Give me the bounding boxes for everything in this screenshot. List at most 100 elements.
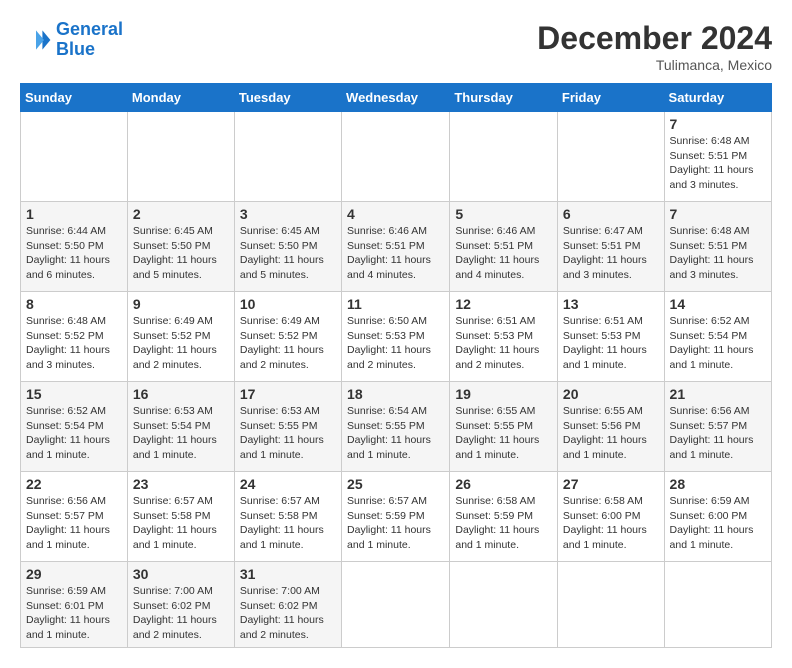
day-number: 30 <box>133 566 229 582</box>
day-info: Sunrise: 6:55 AMSunset: 5:55 PMDaylight:… <box>455 404 552 463</box>
calendar-week-2: 1 Sunrise: 6:44 AMSunset: 5:50 PMDaylight… <box>21 202 772 292</box>
calendar-cell <box>342 562 450 648</box>
calendar-cell: 9Sunrise: 6:49 AMSunset: 5:52 PMDaylight… <box>127 292 234 382</box>
calendar-cell <box>21 112 128 202</box>
calendar-week-1: 7Sunrise: 6:48 AMSunset: 5:51 PMDaylight… <box>21 112 772 202</box>
calendar-cell: 5 Sunrise: 6:46 AMSunset: 5:51 PMDaylight… <box>450 202 558 292</box>
day-number: 2 <box>133 206 229 222</box>
header-row: SundayMondayTuesdayWednesdayThursdayFrid… <box>21 84 772 112</box>
calendar-cell: 26 Sunrise: 6:58 AMSunset: 5:59 PMDayligh… <box>450 472 558 562</box>
calendar-cell <box>557 562 664 648</box>
calendar-cell: 14 Sunrise: 6:52 AMSunset: 5:54 PMDayligh… <box>664 292 771 382</box>
day-number: 10 <box>240 296 336 312</box>
day-info: Sunrise: 6:48 AMSunset: 5:51 PMDaylight:… <box>670 134 766 193</box>
day-info: Sunrise: 6:57 AMSunset: 5:58 PMDaylight:… <box>133 494 229 553</box>
day-number: 21 <box>670 386 766 402</box>
col-header-tuesday: Tuesday <box>234 84 341 112</box>
day-number: 8 <box>26 296 122 312</box>
calendar-cell: 13 Sunrise: 6:51 AMSunset: 5:53 PMDayligh… <box>557 292 664 382</box>
day-info: Sunrise: 6:44 AMSunset: 5:50 PMDaylight:… <box>26 224 122 283</box>
day-info: Sunrise: 6:56 AMSunset: 5:57 PMDaylight:… <box>670 404 766 463</box>
day-number: 17 <box>240 386 336 402</box>
day-number: 18 <box>347 386 444 402</box>
logo: General Blue <box>20 20 123 60</box>
col-header-saturday: Saturday <box>664 84 771 112</box>
calendar-cell: 23Sunrise: 6:57 AMSunset: 5:58 PMDayligh… <box>127 472 234 562</box>
month-title: December 2024 <box>537 20 772 57</box>
day-number: 16 <box>133 386 229 402</box>
calendar-cell: 3Sunrise: 6:45 AMSunset: 5:50 PMDaylight… <box>234 202 341 292</box>
day-number: 6 <box>563 206 659 222</box>
day-info: Sunrise: 6:48 AMSunset: 5:52 PMDaylight:… <box>26 314 122 373</box>
calendar-cell <box>450 562 558 648</box>
calendar-cell: 18 Sunrise: 6:54 AMSunset: 5:55 PMDayligh… <box>342 382 450 472</box>
calendar-cell: 11 Sunrise: 6:50 AMSunset: 5:53 PMDayligh… <box>342 292 450 382</box>
day-info: Sunrise: 6:46 AMSunset: 5:51 PMDaylight:… <box>347 224 444 283</box>
title-block: December 2024 Tulimanca, Mexico <box>537 20 772 73</box>
day-info: Sunrise: 6:53 AMSunset: 5:54 PMDaylight:… <box>133 404 229 463</box>
day-info: Sunrise: 6:54 AMSunset: 5:55 PMDaylight:… <box>347 404 444 463</box>
calendar-cell: 6Sunrise: 6:47 AMSunset: 5:51 PMDaylight… <box>557 202 664 292</box>
calendar-cell <box>557 112 664 202</box>
day-info: Sunrise: 6:49 AMSunset: 5:52 PMDaylight:… <box>240 314 336 373</box>
day-number: 19 <box>455 386 552 402</box>
day-info: Sunrise: 6:52 AMSunset: 5:54 PMDaylight:… <box>670 314 766 373</box>
day-number: 1 <box>26 206 122 222</box>
calendar-cell: 30 Sunrise: 7:00 AMSunset: 6:02 PMDayligh… <box>127 562 234 648</box>
calendar-cell: 2 Sunrise: 6:45 AMSunset: 5:50 PMDaylight… <box>127 202 234 292</box>
calendar-cell <box>450 112 558 202</box>
day-info: Sunrise: 6:50 AMSunset: 5:53 PMDaylight:… <box>347 314 444 373</box>
day-number: 4 <box>347 206 444 222</box>
day-number: 31 <box>240 566 336 582</box>
day-number: 26 <box>455 476 552 492</box>
day-number: 9 <box>133 296 229 312</box>
location-subtitle: Tulimanca, Mexico <box>537 57 772 73</box>
day-info: Sunrise: 6:55 AMSunset: 5:56 PMDaylight:… <box>563 404 659 463</box>
day-info: Sunrise: 7:00 AMSunset: 6:02 PMDaylight:… <box>133 584 229 643</box>
day-info: Sunrise: 6:51 AMSunset: 5:53 PMDaylight:… <box>563 314 659 373</box>
day-number: 12 <box>455 296 552 312</box>
col-header-sunday: Sunday <box>21 84 128 112</box>
day-info: Sunrise: 6:46 AMSunset: 5:51 PMDaylight:… <box>455 224 552 283</box>
day-number: 22 <box>26 476 122 492</box>
day-number: 29 <box>26 566 122 582</box>
calendar-cell: 7Sunrise: 6:48 AMSunset: 5:51 PMDaylight… <box>664 202 771 292</box>
calendar-cell: 24Sunrise: 6:57 AMSunset: 5:58 PMDayligh… <box>234 472 341 562</box>
day-number: 25 <box>347 476 444 492</box>
col-header-thursday: Thursday <box>450 84 558 112</box>
calendar-table: SundayMondayTuesdayWednesdayThursdayFrid… <box>20 83 772 648</box>
calendar-week-6: 29Sunrise: 6:59 AMSunset: 6:01 PMDayligh… <box>21 562 772 648</box>
day-info: Sunrise: 7:00 AMSunset: 6:02 PMDaylight:… <box>240 584 336 643</box>
day-info: Sunrise: 6:45 AMSunset: 5:50 PMDaylight:… <box>133 224 229 283</box>
day-number: 13 <box>563 296 659 312</box>
day-info: Sunrise: 6:51 AMSunset: 5:53 PMDaylight:… <box>455 314 552 373</box>
calendar-cell: 22 Sunrise: 6:56 AMSunset: 5:57 PMDayligh… <box>21 472 128 562</box>
calendar-week-5: 22 Sunrise: 6:56 AMSunset: 5:57 PMDayligh… <box>21 472 772 562</box>
calendar-cell: 15 Sunrise: 6:52 AMSunset: 5:54 PMDayligh… <box>21 382 128 472</box>
day-info: Sunrise: 6:53 AMSunset: 5:55 PMDaylight:… <box>240 404 336 463</box>
day-number: 11 <box>347 296 444 312</box>
calendar-cell: 8 Sunrise: 6:48 AMSunset: 5:52 PMDaylight… <box>21 292 128 382</box>
calendar-cell: 16 Sunrise: 6:53 AMSunset: 5:54 PMDayligh… <box>127 382 234 472</box>
calendar-cell: 4 Sunrise: 6:46 AMSunset: 5:51 PMDaylight… <box>342 202 450 292</box>
col-header-friday: Friday <box>557 84 664 112</box>
day-info: Sunrise: 6:52 AMSunset: 5:54 PMDaylight:… <box>26 404 122 463</box>
day-info: Sunrise: 6:58 AMSunset: 5:59 PMDaylight:… <box>455 494 552 553</box>
day-info: Sunrise: 6:45 AMSunset: 5:50 PMDaylight:… <box>240 224 336 283</box>
day-number: 5 <box>455 206 552 222</box>
day-number: 27 <box>563 476 659 492</box>
day-info: Sunrise: 6:57 AMSunset: 5:58 PMDaylight:… <box>240 494 336 553</box>
day-info: Sunrise: 6:58 AMSunset: 6:00 PMDaylight:… <box>563 494 659 553</box>
calendar-cell: 19 Sunrise: 6:55 AMSunset: 5:55 PMDayligh… <box>450 382 558 472</box>
day-number: 14 <box>670 296 766 312</box>
day-number: 15 <box>26 386 122 402</box>
calendar-cell <box>127 112 234 202</box>
logo-text: General Blue <box>56 20 123 60</box>
calendar-cell: 10 Sunrise: 6:49 AMSunset: 5:52 PMDayligh… <box>234 292 341 382</box>
logo-icon <box>20 24 52 56</box>
col-header-wednesday: Wednesday <box>342 84 450 112</box>
calendar-week-4: 15 Sunrise: 6:52 AMSunset: 5:54 PMDayligh… <box>21 382 772 472</box>
day-info: Sunrise: 6:57 AMSunset: 5:59 PMDaylight:… <box>347 494 444 553</box>
calendar-cell: 21 Sunrise: 6:56 AMSunset: 5:57 PMDayligh… <box>664 382 771 472</box>
day-info: Sunrise: 6:56 AMSunset: 5:57 PMDaylight:… <box>26 494 122 553</box>
